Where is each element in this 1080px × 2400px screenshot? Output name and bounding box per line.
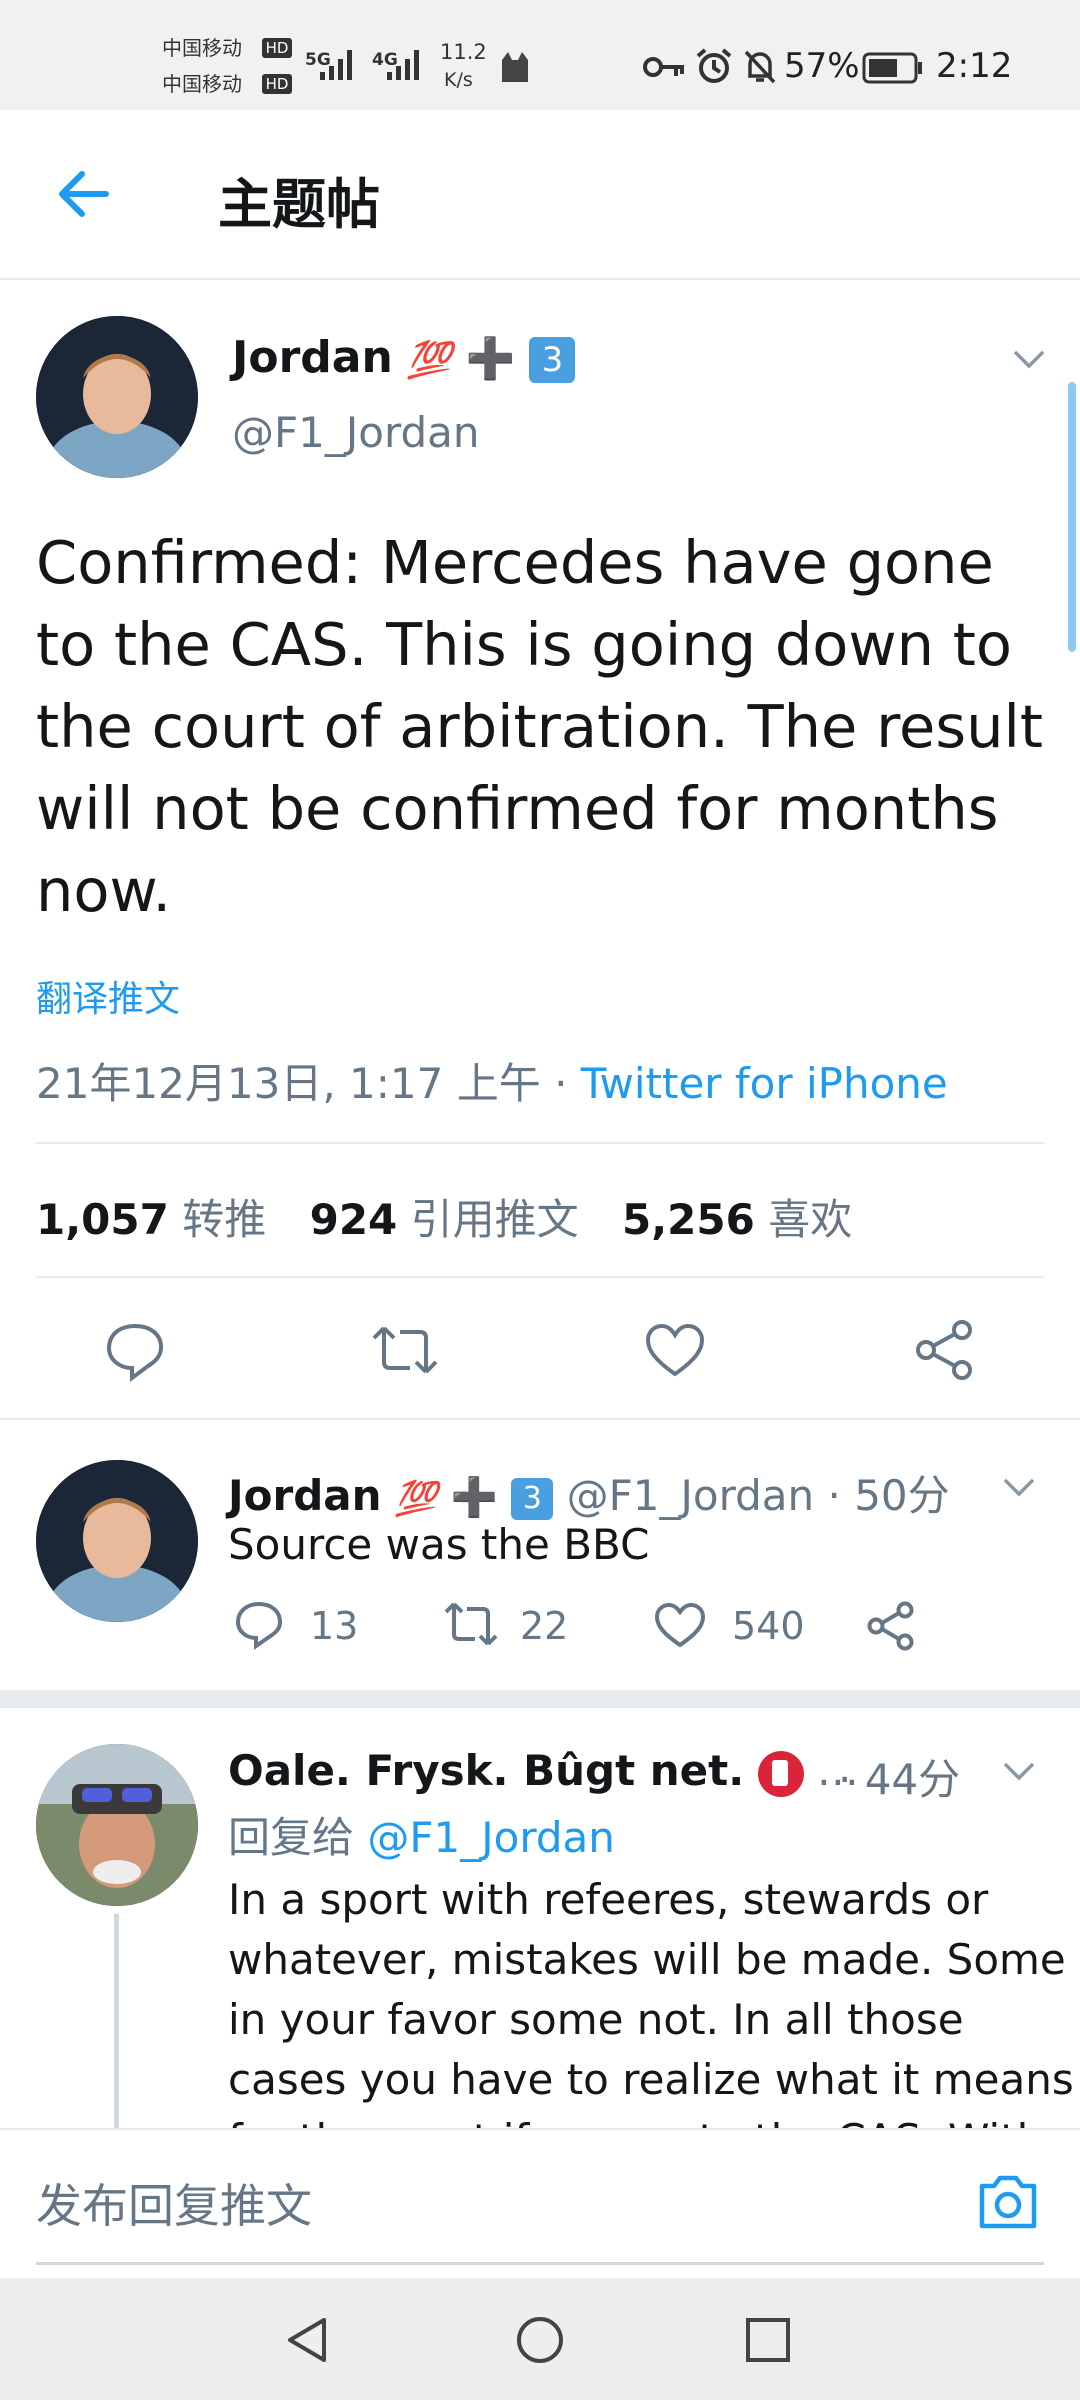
- retweets-label: 转推: [182, 1195, 267, 1244]
- reply-action-bar: 13 22 540: [228, 1596, 1028, 1656]
- reply-text: Source was the BBC: [228, 1520, 650, 1569]
- thread-line: [114, 1914, 119, 2128]
- page-title: 主题帖: [218, 173, 380, 236]
- section-separator: [0, 1690, 1080, 1708]
- back-arrow-icon[interactable]: [56, 168, 112, 220]
- engagement-stats: 1,057 转推 924 引用推文 5,256 喜欢: [36, 1186, 852, 1247]
- likes-stat[interactable]: 5,256 喜欢: [622, 1195, 852, 1244]
- keycap-three-icon: 3: [529, 337, 576, 383]
- reply-input[interactable]: 发布回复推文: [36, 2170, 312, 2236]
- share-icon[interactable]: [866, 1600, 916, 1652]
- retweet-count: 22: [520, 1604, 569, 1648]
- reply-text-line: for the sport if you go to the CAS. With: [228, 2110, 1074, 2128]
- signal-icon: [320, 50, 352, 80]
- reply-text-line: whatever, mistakes will be made. Some: [228, 1935, 1066, 1984]
- main-tweet: Jordan 💯 ➕ 3 @F1_Jordan Confirmed: Merce…: [0, 280, 1080, 1420]
- chevron-down-icon[interactable]: [1002, 1476, 1036, 1498]
- action-bar: [0, 1310, 1080, 1390]
- home-nav-icon[interactable]: [514, 2314, 566, 2366]
- like-count: 540: [732, 1604, 805, 1648]
- avatar[interactable]: [36, 1460, 198, 1622]
- quotes-label: 引用推文: [410, 1195, 579, 1244]
- likes-label: 喜欢: [768, 1195, 853, 1244]
- author-handle[interactable]: @F1_Jordan: [567, 1471, 815, 1520]
- battery-percent: 57%: [784, 46, 860, 86]
- input-underline: [36, 2262, 1044, 2265]
- author-name[interactable]: Oale. Frysk. Bûgt net.: [228, 1746, 744, 1795]
- meta-separator: ·: [554, 1059, 568, 1108]
- reply-to-line: 回复给 @F1_Jordan: [228, 1804, 615, 1865]
- timestamp: 21年12月13日, 1:17 上午: [36, 1059, 541, 1108]
- retweet-icon[interactable]: [442, 1600, 500, 1648]
- retweets-count: 1,057: [36, 1195, 169, 1244]
- reply-header: Jordan 💯 ➕ 3 @F1_Jordan · 50分: [228, 1462, 950, 1523]
- author-name: Jordan: [232, 332, 393, 383]
- author-name-row[interactable]: Jordan 💯 ➕ 3: [232, 332, 576, 383]
- reply-header: Oale. Frysk. Bûgt net. …: [228, 1746, 859, 1797]
- plus-emoji-icon: ➕: [450, 1475, 498, 1519]
- author-handle[interactable]: @F1_Jordan: [232, 408, 480, 457]
- signal-icon-2: [387, 50, 419, 80]
- chevron-down-icon[interactable]: [1012, 348, 1046, 370]
- quotes-count: 924: [309, 1195, 398, 1244]
- net-speed-value: 11.2: [440, 40, 487, 64]
- cat-icon: [502, 52, 528, 82]
- alarm-icon: [696, 48, 732, 83]
- plus-emoji-icon: ➕: [465, 336, 516, 382]
- retweets-stat[interactable]: 1,057 转推: [36, 1195, 280, 1244]
- net-speed-unit: K/s: [444, 69, 473, 91]
- keycap-three-icon: 3: [511, 1477, 554, 1520]
- reply-icon[interactable]: [234, 1600, 284, 1650]
- reply-to-prefix: 回复给: [228, 1813, 355, 1862]
- clock: 2:12: [936, 46, 1013, 86]
- reply-text: In a sport with refeeres, stewards or wh…: [228, 1870, 1074, 2128]
- status-bar: 中国移动 中国移动 HD HD 5G 4G 11.2 K/s 57% 2:12: [0, 0, 1080, 110]
- header: 主题帖: [0, 110, 1080, 280]
- hundred-emoji-icon: 💯: [394, 1479, 438, 1519]
- divider: [36, 1276, 1044, 1278]
- reply-compose-bar[interactable]: 发布回复推文: [0, 2128, 1080, 2280]
- mute-bell-icon: [744, 50, 776, 84]
- avatar-photo: [36, 1460, 198, 1622]
- battery-icon: [862, 52, 922, 84]
- carrier-2: 中国移动: [162, 72, 242, 96]
- reply-count: 13: [310, 1604, 359, 1648]
- reply-time: · 50分: [827, 1471, 950, 1520]
- quotes-stat[interactable]: 924 引用推文: [310, 1195, 592, 1244]
- carrier-1: 中国移动: [162, 36, 242, 60]
- no-phone-icon: [757, 1750, 804, 1797]
- tweet-meta: 21年12月13日, 1:17 上午 · Twitter for iPhone: [36, 1050, 948, 1111]
- divider: [36, 1142, 1044, 1144]
- hd-badge-1: HD: [262, 38, 292, 58]
- tweet-text: Confirmed: Mercedes have gone to the CAS…: [36, 528, 1044, 925]
- key-icon: [643, 57, 684, 77]
- avatar-photo: [36, 316, 198, 478]
- source-link[interactable]: Twitter for iPhone: [581, 1059, 948, 1108]
- retweet-icon[interactable]: [370, 1322, 440, 1378]
- avatar[interactable]: [36, 316, 198, 478]
- system-nav-bar: [0, 2278, 1080, 2400]
- reply-text-line: In a sport with refeeres, stewards or: [228, 1875, 989, 1924]
- hundred-emoji-icon: 💯: [406, 340, 452, 381]
- like-icon[interactable]: [644, 1322, 706, 1378]
- share-icon[interactable]: [914, 1318, 976, 1382]
- reply-text-line: cases you have to realize what it means: [228, 2055, 1074, 2104]
- reply-time: · 44分: [838, 1755, 961, 1804]
- recents-nav-icon[interactable]: [744, 2316, 792, 2364]
- back-nav-icon[interactable]: [282, 2314, 332, 2366]
- reply-tweet-1[interactable]: Jordan 💯 ➕ 3 @F1_Jordan · 50分 Source was…: [0, 1420, 1080, 1690]
- chevron-down-icon[interactable]: [1002, 1760, 1036, 1782]
- reply-to-handle[interactable]: @F1_Jordan: [367, 1813, 615, 1862]
- reply-tweet-2[interactable]: Oale. Frysk. Bûgt net. … · 44分 回复给 @F1_J…: [0, 1708, 1080, 2128]
- author-name[interactable]: Jordan: [228, 1471, 382, 1520]
- translate-link[interactable]: 翻译推文: [36, 970, 180, 1022]
- like-icon[interactable]: [654, 1602, 706, 1648]
- hd-badge-2: HD: [262, 74, 292, 94]
- avatar[interactable]: [36, 1744, 198, 1906]
- likes-count: 5,256: [622, 1195, 755, 1244]
- avatar-photo: [36, 1744, 198, 1906]
- reply-icon[interactable]: [104, 1320, 166, 1382]
- camera-icon[interactable]: [976, 2172, 1040, 2230]
- reply-text-line: in your favor some not. In all those: [228, 1995, 964, 2044]
